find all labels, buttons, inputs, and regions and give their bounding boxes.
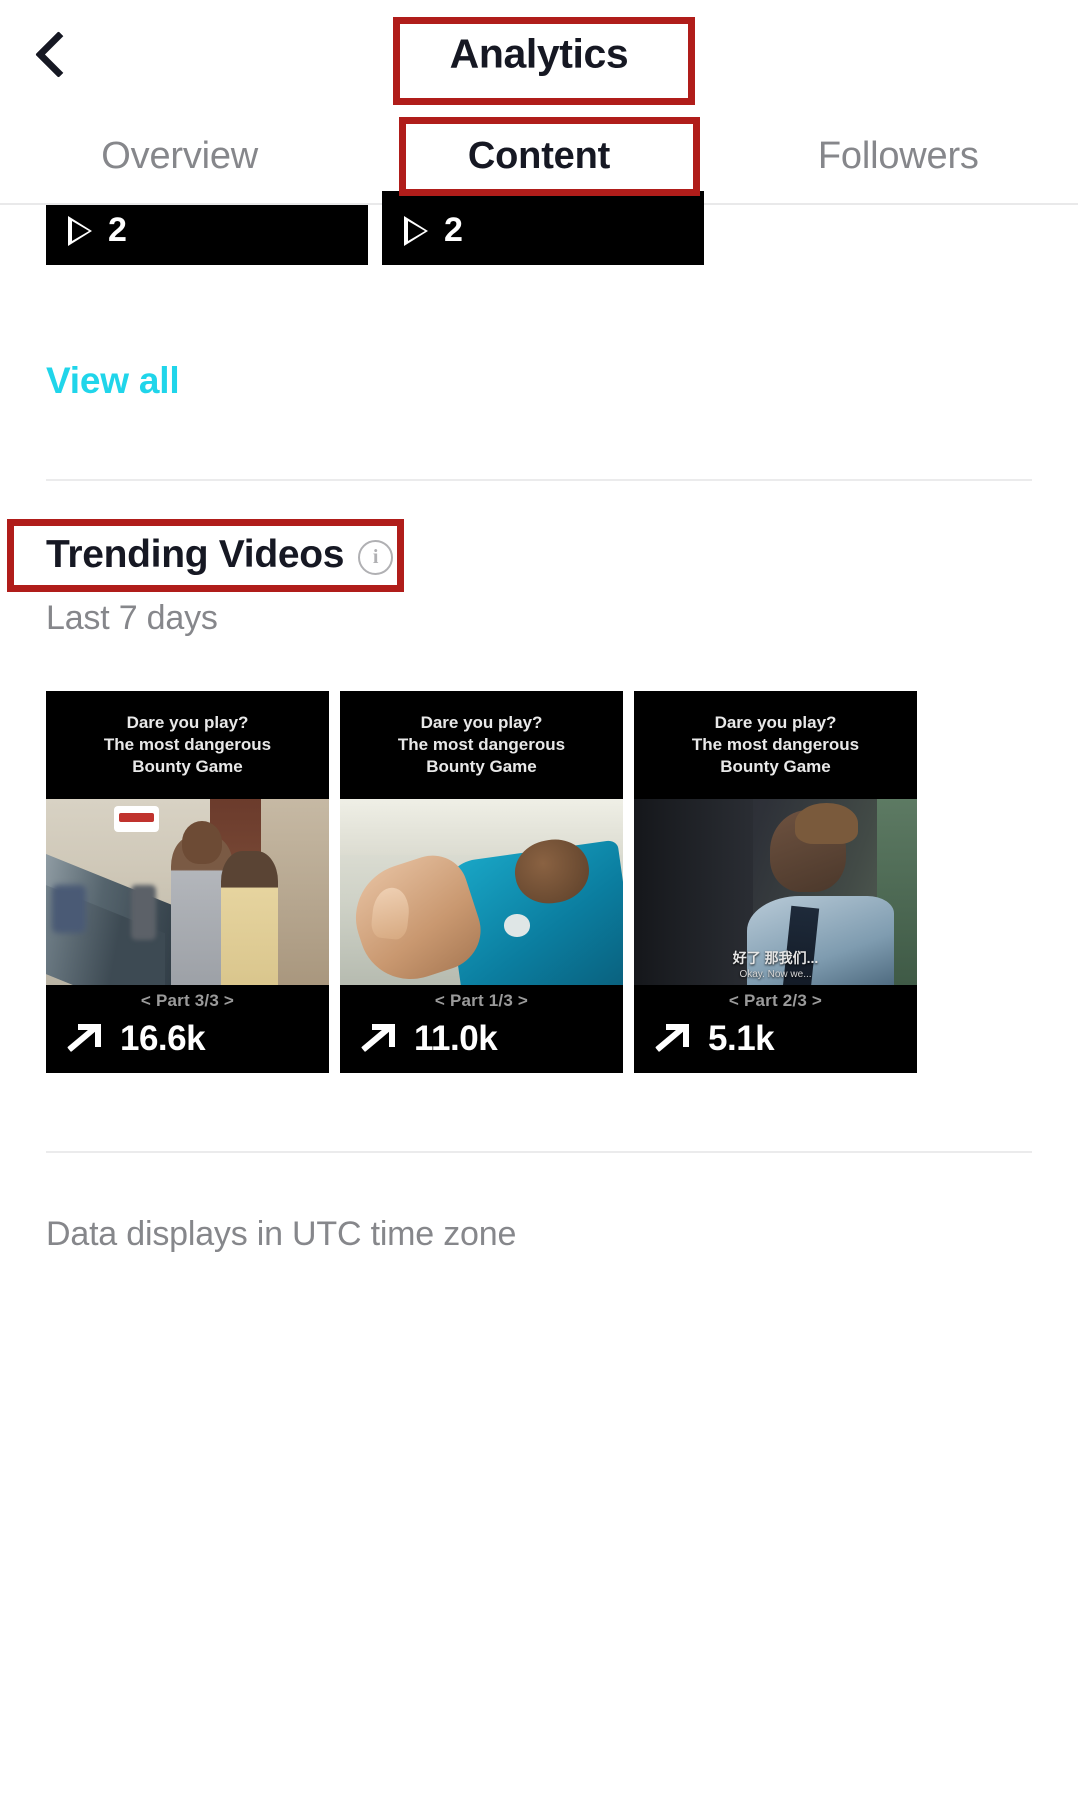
trending-video-card[interactable]: Dare you play? The most dangerous Bounty… <box>340 691 623 1073</box>
thumbnail-art <box>340 799 623 985</box>
overlay-line-1: Dare you play? <box>714 713 837 733</box>
overlay-line-2: The most dangerous <box>397 735 566 755</box>
video-subtitle-en: Okay. Now we... <box>739 968 812 980</box>
thumbnail-art <box>46 799 329 985</box>
video-footer: < Part 3/3 > 16.6k <box>46 985 329 1073</box>
video-part-label: < Part 3/3 > <box>140 991 235 1010</box>
video-metric: 11.0k <box>340 1019 623 1059</box>
overlay-line-1: Dare you play? <box>126 713 249 733</box>
overlay-line-3: Bounty Game <box>426 756 537 776</box>
video-part-label: < Part 2/3 > <box>728 991 823 1010</box>
video-subtitle-overlay: 好了 那我们... Okay. Now we... <box>634 950 917 981</box>
page-title: Analytics <box>449 30 629 77</box>
video-part-label: < Part 1/3 > <box>434 991 529 1010</box>
video-thumbnail <box>46 799 329 985</box>
video-overlay-text: Dare you play? The most dangerous Bounty… <box>46 691 329 799</box>
trending-video-grid: Dare you play? The most dangerous Bounty… <box>46 691 1032 1073</box>
video-overlay-text: Dare you play? The most dangerous Bounty… <box>340 691 623 799</box>
video-footer: < Part 2/3 > 5.1k <box>634 985 917 1073</box>
top-video-stat: 2 <box>68 211 127 250</box>
trending-subtitle: Last 7 days <box>46 599 218 637</box>
trending-arrow-icon <box>68 1022 102 1056</box>
view-all-link[interactable]: View all <box>46 360 180 402</box>
tab-followers[interactable]: Followers <box>719 135 1078 178</box>
video-metric-value: 11.0k <box>414 1019 498 1058</box>
video-metric-value: 5.1k <box>708 1019 775 1058</box>
video-metric-value: 16.6k <box>120 1019 206 1058</box>
top-video-card[interactable]: 2 <box>382 191 704 265</box>
overlay-line-1: Dare you play? <box>420 713 543 733</box>
tab-overview[interactable]: Overview <box>0 135 359 178</box>
trending-arrow-icon <box>362 1022 396 1056</box>
video-metric: 16.6k <box>46 1019 329 1059</box>
top-video-views: 2 <box>444 211 463 249</box>
top-video-card[interactable]: 2 <box>46 205 368 265</box>
trending-title: Trending Videos <box>46 533 345 576</box>
overlay-line-3: Bounty Game <box>132 756 243 776</box>
overlay-line-2: The most dangerous <box>691 735 860 755</box>
view-all-row: View all <box>0 265 1078 402</box>
trending-header: Trending Videos i <box>46 533 1032 577</box>
play-icon <box>68 215 92 246</box>
trending-video-card[interactable]: Dare you play? The most dangerous Bounty… <box>634 691 917 1073</box>
overlay-line-3: Bounty Game <box>720 756 831 776</box>
video-subtitle-cn: 好了 那我们... <box>732 950 819 966</box>
tab-content[interactable]: Content <box>359 135 718 178</box>
app-header: Analytics <box>0 0 1078 108</box>
video-overlay-text: Dare you play? The most dangerous Bounty… <box>634 691 917 799</box>
top-videos-row: 2 2 <box>0 191 1078 265</box>
video-thumbnail <box>340 799 623 985</box>
top-video-views: 2 <box>108 211 127 249</box>
trending-video-card[interactable]: Dare you play? The most dangerous Bounty… <box>46 691 329 1073</box>
trending-arrow-icon <box>656 1022 690 1056</box>
thumbnail-art: 好了 那我们... Okay. Now we... <box>634 799 917 985</box>
play-icon <box>404 215 428 246</box>
section-divider <box>46 479 1032 481</box>
video-footer: < Part 1/3 > 11.0k <box>340 985 623 1073</box>
info-icon[interactable]: i <box>358 539 394 575</box>
overlay-line-2: The most dangerous <box>103 735 272 755</box>
video-thumbnail: 好了 那我们... Okay. Now we... <box>634 799 917 985</box>
utc-note: Data displays in UTC time zone <box>46 1215 517 1253</box>
trending-videos-section: Trending Videos i Last 7 days Dare you p… <box>0 533 1078 1073</box>
top-video-stat: 2 <box>404 211 463 250</box>
video-metric: 5.1k <box>634 1019 917 1059</box>
